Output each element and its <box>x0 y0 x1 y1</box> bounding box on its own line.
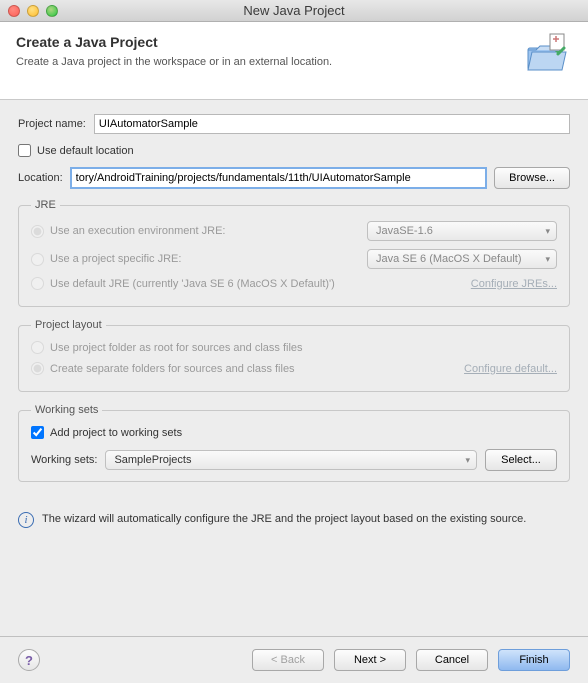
configure-jres-link[interactable]: Configure JREs... <box>471 278 557 290</box>
select-working-sets-button[interactable]: Select... <box>485 449 557 471</box>
jre-specific-radio <box>31 253 44 266</box>
header-title: Create a Java Project <box>16 34 572 50</box>
browse-button[interactable]: Browse... <box>494 167 570 189</box>
layout-separate-label: Create separate folders for sources and … <box>50 363 295 375</box>
jre-env-label: Use an execution environment JRE: <box>50 225 225 237</box>
add-to-working-sets-checkbox[interactable] <box>31 426 44 439</box>
jre-env-radio <box>31 225 44 238</box>
configure-default-link[interactable]: Configure default... <box>464 363 557 375</box>
cancel-button[interactable]: Cancel <box>416 649 488 671</box>
folder-icon <box>522 30 570 81</box>
location-label: Location: <box>18 172 63 184</box>
jre-group: JRE Use an execution environment JRE: Ja… <box>18 199 570 307</box>
project-layout-legend: Project layout <box>31 319 106 331</box>
layout-root-radio <box>31 341 44 354</box>
info-text: The wizard will automatically configure … <box>42 512 526 527</box>
working-sets-select[interactable]: SampleProjects ▾ <box>105 450 477 470</box>
dialog-header: Create a Java Project Create a Java proj… <box>0 22 588 100</box>
back-button: < Back <box>252 649 324 671</box>
add-to-working-sets-label: Add project to working sets <box>50 427 182 439</box>
project-name-label: Project name: <box>18 118 86 130</box>
chevron-updown-icon: ▾ <box>465 456 470 465</box>
jre-legend: JRE <box>31 199 60 211</box>
jre-specific-select: Java SE 6 (MacOS X Default) ▾ <box>367 249 557 269</box>
working-sets-label: Working sets: <box>31 454 97 466</box>
working-sets-legend: Working sets <box>31 404 102 416</box>
chevron-updown-icon: ▾ <box>545 255 550 264</box>
use-default-location-checkbox[interactable] <box>18 144 31 157</box>
window-title: New Java Project <box>0 3 588 18</box>
next-button[interactable]: Next > <box>334 649 406 671</box>
jre-env-select: JavaSE-1.6 ▾ <box>367 221 557 241</box>
chevron-updown-icon: ▾ <box>545 227 550 236</box>
dialog-content: Project name: Use default location Locat… <box>0 100 588 504</box>
jre-env-value: JavaSE-1.6 <box>376 225 433 237</box>
info-icon: i <box>18 512 34 528</box>
help-button[interactable]: ? <box>18 649 40 671</box>
project-layout-group: Project layout Use project folder as roo… <box>18 319 570 392</box>
header-subtitle: Create a Java project in the workspace o… <box>16 56 572 68</box>
use-default-location-label: Use default location <box>37 145 134 157</box>
project-name-input[interactable] <box>94 114 570 134</box>
working-sets-group: Working sets Add project to working sets… <box>18 404 570 482</box>
jre-default-label: Use default JRE (currently 'Java SE 6 (M… <box>50 278 335 290</box>
layout-root-label: Use project folder as root for sources a… <box>50 342 303 354</box>
layout-separate-radio <box>31 362 44 375</box>
info-row: i The wizard will automatically configur… <box>0 504 588 528</box>
working-sets-value: SampleProjects <box>114 454 191 466</box>
jre-specific-value: Java SE 6 (MacOS X Default) <box>376 253 522 265</box>
titlebar: New Java Project <box>0 0 588 22</box>
location-input[interactable] <box>71 168 486 188</box>
dialog-footer: ? < Back Next > Cancel Finish <box>0 636 588 683</box>
jre-specific-label: Use a project specific JRE: <box>50 253 181 265</box>
finish-button[interactable]: Finish <box>498 649 570 671</box>
jre-default-radio <box>31 277 44 290</box>
